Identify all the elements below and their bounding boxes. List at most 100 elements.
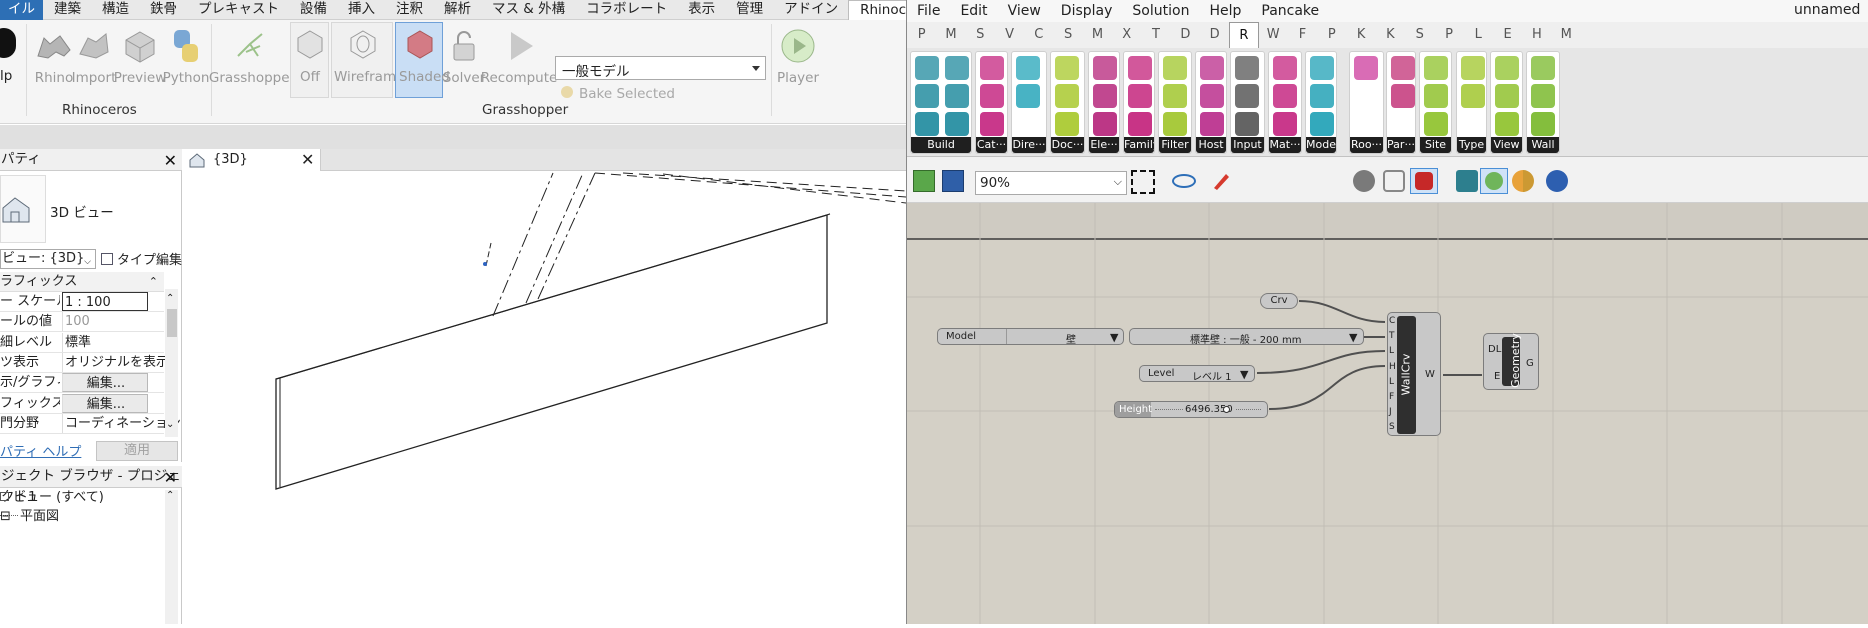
close-icon[interactable]: ✕ xyxy=(164,467,177,488)
menu-file[interactable]: File xyxy=(907,3,950,19)
component-icon[interactable] xyxy=(1273,84,1297,108)
category-tab[interactable]: M xyxy=(1083,22,1112,48)
component-icon[interactable] xyxy=(1310,84,1334,108)
property-value[interactable]: 編集... xyxy=(62,393,148,413)
preview-shaded-button[interactable] xyxy=(1410,168,1438,194)
help-icon[interactable] xyxy=(0,28,16,58)
player-button[interactable]: Player xyxy=(777,24,819,96)
component-icon[interactable] xyxy=(915,84,939,108)
view-instance-select[interactable]: ビュー: {3D} ⌵ xyxy=(0,249,96,269)
wallcrv-input[interactable]: L xyxy=(1389,346,1394,356)
tab-3d-view[interactable]: {3D} ✕ xyxy=(183,149,321,171)
render-sphere-icon[interactable] xyxy=(1512,170,1534,192)
property-value[interactable]: コーディネーション xyxy=(62,413,181,433)
wallcrv-input[interactable]: L xyxy=(1389,377,1394,387)
component-icon[interactable] xyxy=(1093,56,1117,80)
category-tab[interactable]: P xyxy=(1317,22,1346,48)
component-icon[interactable] xyxy=(1235,56,1259,80)
properties-help-link[interactable]: パティ ヘルプ xyxy=(0,441,81,460)
menu-solution[interactable]: Solution xyxy=(1122,3,1199,19)
category-tab[interactable]: F xyxy=(1288,22,1317,48)
component-icon[interactable] xyxy=(1128,84,1152,108)
component-icon[interactable] xyxy=(1461,84,1485,108)
component-icon[interactable] xyxy=(1531,84,1555,108)
component-icon[interactable] xyxy=(1055,56,1079,80)
component-icon[interactable] xyxy=(1531,112,1555,136)
component-icon[interactable] xyxy=(1531,56,1555,80)
apply-button[interactable]: 適用 xyxy=(96,441,178,461)
component-icon[interactable] xyxy=(1495,112,1519,136)
ribbon-tab[interactable]: イル xyxy=(0,0,43,20)
component-icon[interactable] xyxy=(1391,56,1415,80)
ribbon-tab[interactable]: 建築 xyxy=(43,0,91,20)
wallcrv-component[interactable]: WallCrv CTLHLFJS W xyxy=(1387,312,1441,436)
ribbon-tab[interactable]: 設備 xyxy=(289,0,337,20)
component-icon[interactable] xyxy=(1310,56,1334,80)
geometry-component[interactable]: Geometry DL E G xyxy=(1483,333,1539,390)
scroll-thumb[interactable] xyxy=(167,309,177,337)
component-icon[interactable] xyxy=(980,56,1004,80)
ribbon-tab[interactable]: 解析 xyxy=(433,0,481,20)
browser-item-views[interactable]: ビュー (すべて) xyxy=(0,488,104,507)
level-picker[interactable]: Level レベル 1 ▼ xyxy=(1139,365,1255,383)
ribbon-tab[interactable]: 表示 xyxy=(677,0,725,20)
zoom-extents-icon[interactable] xyxy=(1131,170,1155,194)
component-icon[interactable] xyxy=(1163,56,1187,80)
category-tab[interactable]: M xyxy=(1552,22,1581,48)
wallcrv-input[interactable]: C xyxy=(1389,316,1395,326)
component-icon[interactable] xyxy=(1200,84,1224,108)
component-icon[interactable] xyxy=(1055,84,1079,108)
category-tab[interactable]: S xyxy=(1405,22,1434,48)
3d-view-canvas[interactable] xyxy=(183,171,907,624)
component-icon[interactable] xyxy=(1273,112,1297,136)
category-tab[interactable]: S xyxy=(966,22,995,48)
wallcrv-input[interactable]: J xyxy=(1389,407,1392,417)
pen-icon[interactable] xyxy=(1210,170,1232,192)
component-icon[interactable] xyxy=(945,56,969,80)
component-icon[interactable] xyxy=(1495,56,1519,80)
category-tab[interactable]: D xyxy=(1200,22,1229,48)
component-icon[interactable] xyxy=(1235,84,1259,108)
menu-pancake[interactable]: Pancake xyxy=(1251,3,1329,19)
category-tab[interactable]: P xyxy=(907,22,936,48)
component-icon[interactable] xyxy=(1424,112,1448,136)
category-tab[interactable]: P xyxy=(1434,22,1463,48)
browser-item-floor-plans[interactable]: ⊟ 平面図 xyxy=(0,507,59,526)
category-tab[interactable]: H xyxy=(1522,22,1551,48)
component-icon[interactable] xyxy=(1273,56,1297,80)
category-tab[interactable]: K xyxy=(1346,22,1375,48)
component-icon[interactable] xyxy=(1163,112,1187,136)
component-icon[interactable] xyxy=(980,112,1004,136)
category-tab[interactable]: W xyxy=(1259,22,1288,48)
component-icon[interactable] xyxy=(1461,56,1485,80)
ribbon-tab[interactable]: 鉄骨 xyxy=(139,0,187,20)
component-icon[interactable] xyxy=(1310,112,1334,136)
component-icon[interactable] xyxy=(1200,112,1224,136)
component-icon[interactable] xyxy=(1200,56,1224,80)
recompute-button[interactable]: Recompute xyxy=(481,24,557,96)
material-preview-button[interactable] xyxy=(1480,168,1508,194)
component-icon[interactable] xyxy=(1424,56,1448,80)
category-tab[interactable]: K xyxy=(1376,22,1405,48)
component-icon[interactable] xyxy=(1093,84,1117,108)
category-tab[interactable]: D xyxy=(1171,22,1200,48)
component-icon[interactable] xyxy=(1016,84,1040,108)
python-button[interactable]: Python xyxy=(163,24,209,96)
component-icon[interactable] xyxy=(1495,84,1519,108)
eye-icon[interactable] xyxy=(1172,174,1196,188)
property-value[interactable]: 編集... xyxy=(62,373,148,393)
menu-display[interactable]: Display xyxy=(1051,3,1123,19)
rhino-button[interactable]: Rhino xyxy=(34,24,74,96)
control-point[interactable] xyxy=(483,262,487,266)
properties-scrollbar[interactable]: ⌃ ⌄ xyxy=(165,289,178,437)
component-icon[interactable] xyxy=(1235,112,1259,136)
component-icon[interactable] xyxy=(1391,84,1415,108)
ribbon-tab[interactable]: アドイン xyxy=(773,0,848,20)
component-icon[interactable] xyxy=(1128,112,1152,136)
ribbon-tab[interactable]: 注釈 xyxy=(385,0,433,20)
component-icon[interactable] xyxy=(1128,56,1152,80)
menu-edit[interactable]: Edit xyxy=(950,3,997,19)
component-icon[interactable] xyxy=(945,112,969,136)
preview-wire-icon[interactable] xyxy=(1383,170,1405,192)
category-tab[interactable]: X xyxy=(1112,22,1141,48)
